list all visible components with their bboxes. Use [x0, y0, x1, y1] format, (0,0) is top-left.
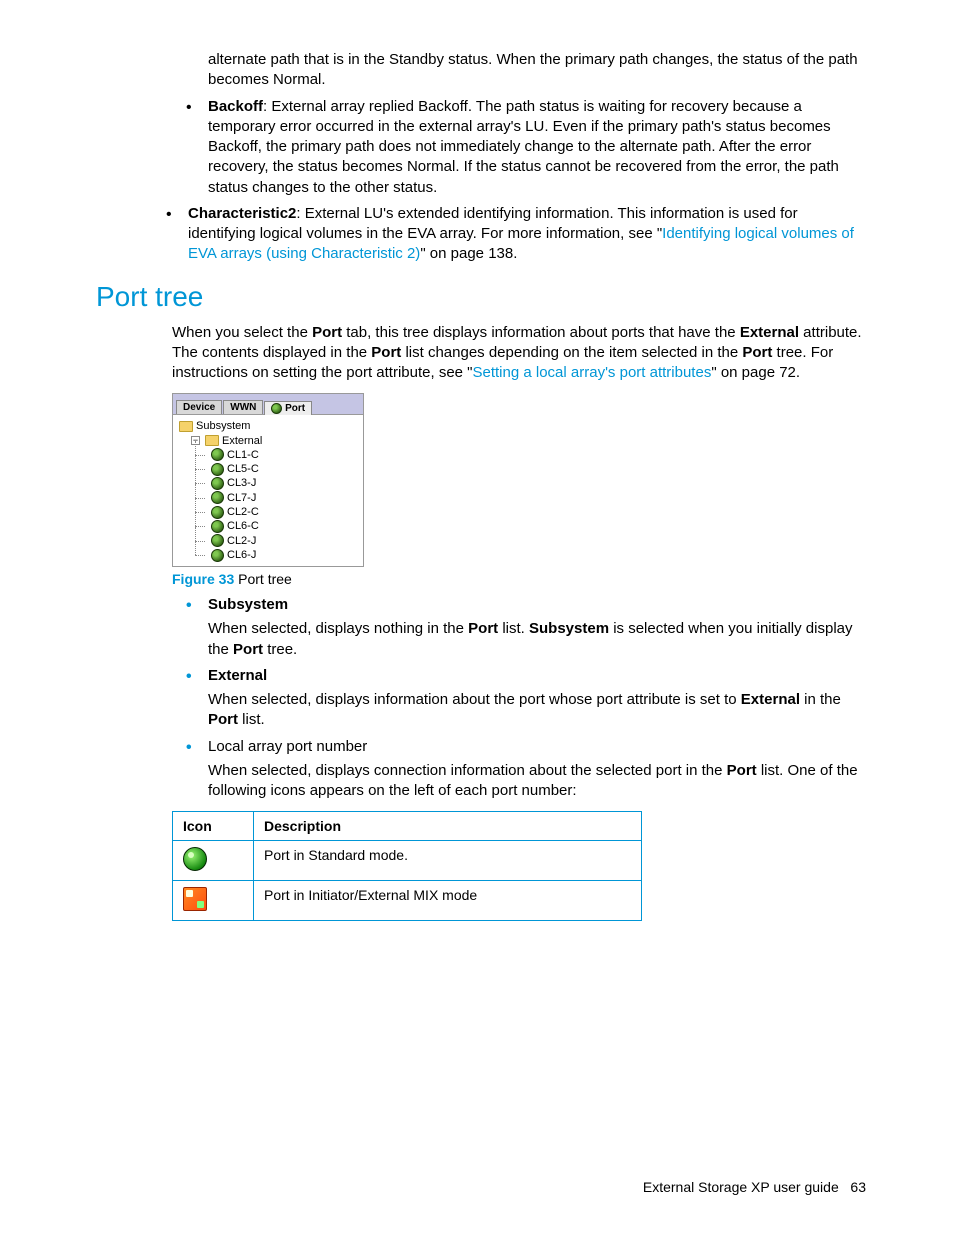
- term-backoff: Backoff: [208, 98, 263, 115]
- intro-text: When you select the: [172, 324, 312, 341]
- intro-bold-port2: Port: [371, 344, 401, 361]
- page-footer: External Storage XP user guide 63: [643, 1179, 866, 1195]
- port-standard-icon: [211, 463, 224, 476]
- def-term: Subsystem: [208, 596, 288, 613]
- t: External: [741, 691, 800, 708]
- intro-bold-port3: Port: [742, 344, 772, 361]
- port-standard-icon: [211, 520, 224, 533]
- port-standard-icon: [183, 847, 207, 871]
- def-external: External When selected, displays informa…: [172, 666, 866, 731]
- tree-port-item[interactable]: CL3-J: [179, 476, 359, 490]
- port-standard-icon: [211, 477, 224, 490]
- cell-icon-mix: [173, 881, 254, 921]
- tree-label: External: [222, 434, 262, 448]
- folder-open-icon: [205, 435, 219, 446]
- cell-desc: Port in Initiator/External MIX mode: [254, 881, 642, 921]
- def-local-port: Local array port number When selected, d…: [172, 737, 866, 802]
- figure-tabs: Device WWN Port: [173, 394, 363, 415]
- intro-bold-external: External: [740, 324, 799, 341]
- tree-port-label: CL7-J: [227, 491, 256, 505]
- port-standard-icon: [211, 549, 224, 562]
- tree-port-item[interactable]: CL7-J: [179, 491, 359, 505]
- intro-text: list changes depending on the item selec…: [401, 344, 742, 361]
- tree-port-item[interactable]: CL2-J: [179, 534, 359, 548]
- intro-bold-port1: Port: [312, 324, 342, 341]
- char2-after: " on page 138.: [420, 245, 517, 262]
- def-desc: When selected, displays nothing in the P…: [208, 619, 866, 660]
- port-standard-icon: [211, 534, 224, 547]
- def-term: External: [208, 667, 267, 684]
- figure-caption: Figure 33 Port tree: [172, 571, 866, 587]
- def-desc: When selected, displays information abou…: [208, 690, 866, 731]
- table-header-row: Icon Description: [173, 812, 642, 841]
- link-setting-port-attributes[interactable]: Setting a local array's port attributes: [473, 364, 712, 381]
- figure-image: Device WWN Port Subsystem −External CL1-…: [172, 393, 364, 567]
- tree-port-label: CL3-J: [227, 476, 256, 490]
- folder-icon: [179, 421, 193, 432]
- col-icon: Icon: [173, 812, 254, 841]
- port-standard-icon: [211, 506, 224, 519]
- tab-device[interactable]: Device: [176, 400, 222, 414]
- tree-port-item[interactable]: CL2-C: [179, 505, 359, 519]
- t: Port: [208, 711, 238, 728]
- t: When selected, displays nothing in the: [208, 620, 468, 637]
- bullet-backoff: Backoff: External array replied Backoff.…: [172, 97, 866, 198]
- table-row: Port in Standard mode.: [173, 841, 642, 881]
- footer-page-number: 63: [850, 1179, 866, 1195]
- intro-text: tab, this tree displays information abou…: [342, 324, 740, 341]
- def-term: Local array port number: [208, 738, 367, 755]
- tree-label: Subsystem: [196, 419, 250, 433]
- port-standard-icon: [211, 448, 224, 461]
- figure-33: Device WWN Port Subsystem −External CL1-…: [172, 393, 866, 587]
- tree-port-label: CL6-J: [227, 548, 256, 562]
- tree-port-item[interactable]: CL5-C: [179, 462, 359, 476]
- tab-port-label: Port: [285, 403, 305, 414]
- t: When selected, displays information abou…: [208, 691, 741, 708]
- tree-port-item[interactable]: CL6-J: [179, 548, 359, 562]
- figure-tree: Subsystem −External CL1-CCL5-CCL3-JCL7-J…: [173, 415, 363, 566]
- t: Port: [727, 762, 757, 779]
- previous-bullet-continuation: alternate path that is in the Standby st…: [208, 50, 866, 91]
- tree-port-item[interactable]: CL6-C: [179, 519, 359, 533]
- tree-port-label: CL1-C: [227, 448, 259, 462]
- section-title-port-tree: Port tree: [96, 281, 866, 313]
- tree-port-item[interactable]: CL1-C: [179, 448, 359, 462]
- t: Subsystem: [529, 620, 609, 637]
- figure-caption-text: Port tree: [234, 571, 292, 587]
- def-desc: When selected, displays connection infor…: [208, 761, 866, 802]
- port-standard-icon: [211, 491, 224, 504]
- t: tree.: [263, 641, 297, 658]
- intro-text: " on page 72.: [711, 364, 800, 381]
- char2-wrap: Characteristic2: External LU's extended …: [188, 205, 854, 263]
- cell-icon-standard: [173, 841, 254, 881]
- term-characteristic2: Characteristic2: [188, 205, 296, 222]
- tab-port[interactable]: Port: [264, 401, 312, 415]
- col-description: Description: [254, 812, 642, 841]
- tree-port-label: CL6-C: [227, 519, 259, 533]
- tab-wwn[interactable]: WWN: [223, 400, 263, 414]
- figure-number: Figure 33: [172, 571, 234, 587]
- tree-port-label: CL2-J: [227, 534, 256, 548]
- footer-text: External Storage XP user guide: [643, 1179, 839, 1195]
- t: list.: [238, 711, 265, 728]
- port-icon: [271, 403, 282, 414]
- icon-description-table: Icon Description Port in Standard mode. …: [172, 811, 642, 921]
- tree-external[interactable]: −External: [179, 434, 359, 448]
- t: Port: [233, 641, 263, 658]
- bullet-characteristic2: .char2-li::before{ left:-6px !important;…: [172, 204, 866, 265]
- definition-list: Subsystem When selected, displays nothin…: [172, 595, 866, 801]
- def-subsystem: Subsystem When selected, displays nothin…: [172, 595, 866, 660]
- port-mix-icon: [183, 887, 207, 911]
- t: Port: [468, 620, 498, 637]
- tree-subsystem[interactable]: Subsystem: [179, 419, 359, 433]
- table-row: Port in Initiator/External MIX mode: [173, 881, 642, 921]
- port-tree-intro: When you select the Port tab, this tree …: [172, 323, 866, 384]
- t: list.: [498, 620, 529, 637]
- tree-port-label: CL2-C: [227, 505, 259, 519]
- tree-port-label: CL5-C: [227, 462, 259, 476]
- t: When selected, displays connection infor…: [208, 762, 727, 779]
- cell-desc: Port in Standard mode.: [254, 841, 642, 881]
- text-backoff: : External array replied Backoff. The pa…: [208, 98, 839, 196]
- t: in the: [800, 691, 841, 708]
